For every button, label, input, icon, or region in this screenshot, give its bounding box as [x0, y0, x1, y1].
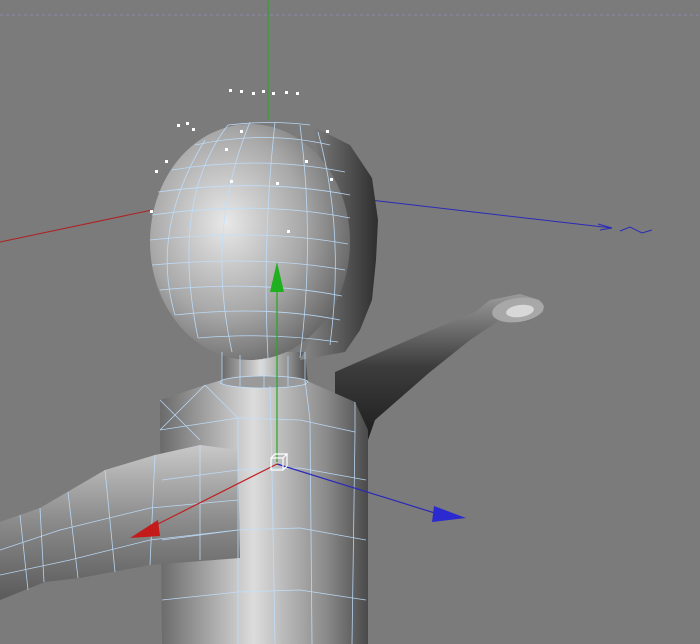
world-x-axis — [0, 209, 153, 243]
world-z-axis-label — [597, 223, 653, 234]
head[interactable] — [150, 124, 350, 360]
world-z-axis — [369, 199, 613, 229]
viewport-canvas[interactable] — [0, 0, 700, 644]
3d-viewport[interactable] — [0, 0, 700, 644]
blue-arrow-icon[interactable] — [432, 506, 466, 522]
